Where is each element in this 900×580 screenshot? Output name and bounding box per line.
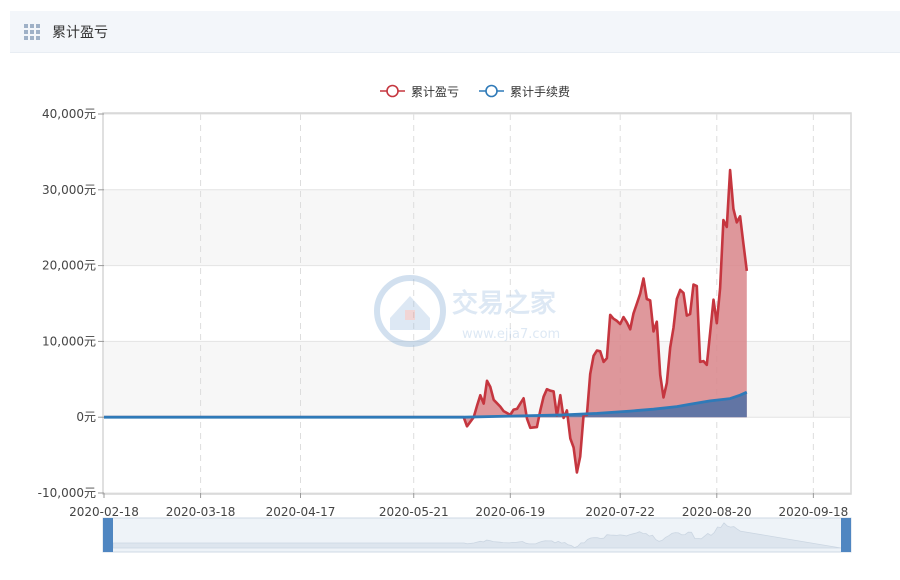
x-tick-label: 2020-02-18	[69, 505, 139, 519]
y-tick-label: -10,000元	[38, 486, 96, 500]
cumulative-pnl-chart: 交易之家 www.ejia7.com -10,000元 0元 10,000元 20,0…	[38, 84, 852, 553]
slider-handle-right[interactable]	[841, 518, 851, 552]
watermark-logo-square	[405, 310, 415, 320]
y-tick-label: 0元	[76, 410, 96, 424]
x-axis-ticks: 2020-02-18 2020-03-18 2020-04-17 2020-05-21…	[69, 493, 848, 519]
slider-handle-left[interactable]	[103, 518, 113, 552]
x-tick-label: 2020-07-22	[585, 505, 655, 519]
x-tick-label: 2020-08-20	[682, 505, 752, 519]
x-tick-label: 2020-05-21	[379, 505, 449, 519]
watermark: 交易之家 www.ejia7.com	[374, 275, 560, 347]
y-tick-label: 40,000元	[42, 107, 96, 121]
zoom-slider[interactable]	[102, 517, 852, 553]
legend-label-2: 累计手续费	[510, 85, 570, 99]
legend-label-1: 累计盈亏	[411, 85, 459, 99]
y-axis-ticks: -10,000元 0元 10,000元 20,000元 30,000元 40,000元	[38, 107, 104, 500]
y-tick-label: 10,000元	[42, 334, 96, 348]
y-tick-label: 30,000元	[42, 183, 96, 197]
x-tick-label: 2020-06-19	[475, 505, 545, 519]
legend[interactable]: 累计盈亏 累计手续费	[380, 84, 570, 99]
watermark-name: 交易之家	[452, 288, 556, 319]
watermark-url: www.ejia7.com	[462, 327, 560, 342]
x-tick-label: 2020-03-18	[166, 505, 236, 519]
legend-marker-1	[386, 84, 399, 98]
x-tick-label: 2020-04-17	[266, 505, 336, 519]
x-tick-label: 2020-09-18	[778, 505, 848, 519]
y-tick-label: 20,000元	[42, 259, 96, 273]
legend-marker-2	[485, 84, 498, 98]
